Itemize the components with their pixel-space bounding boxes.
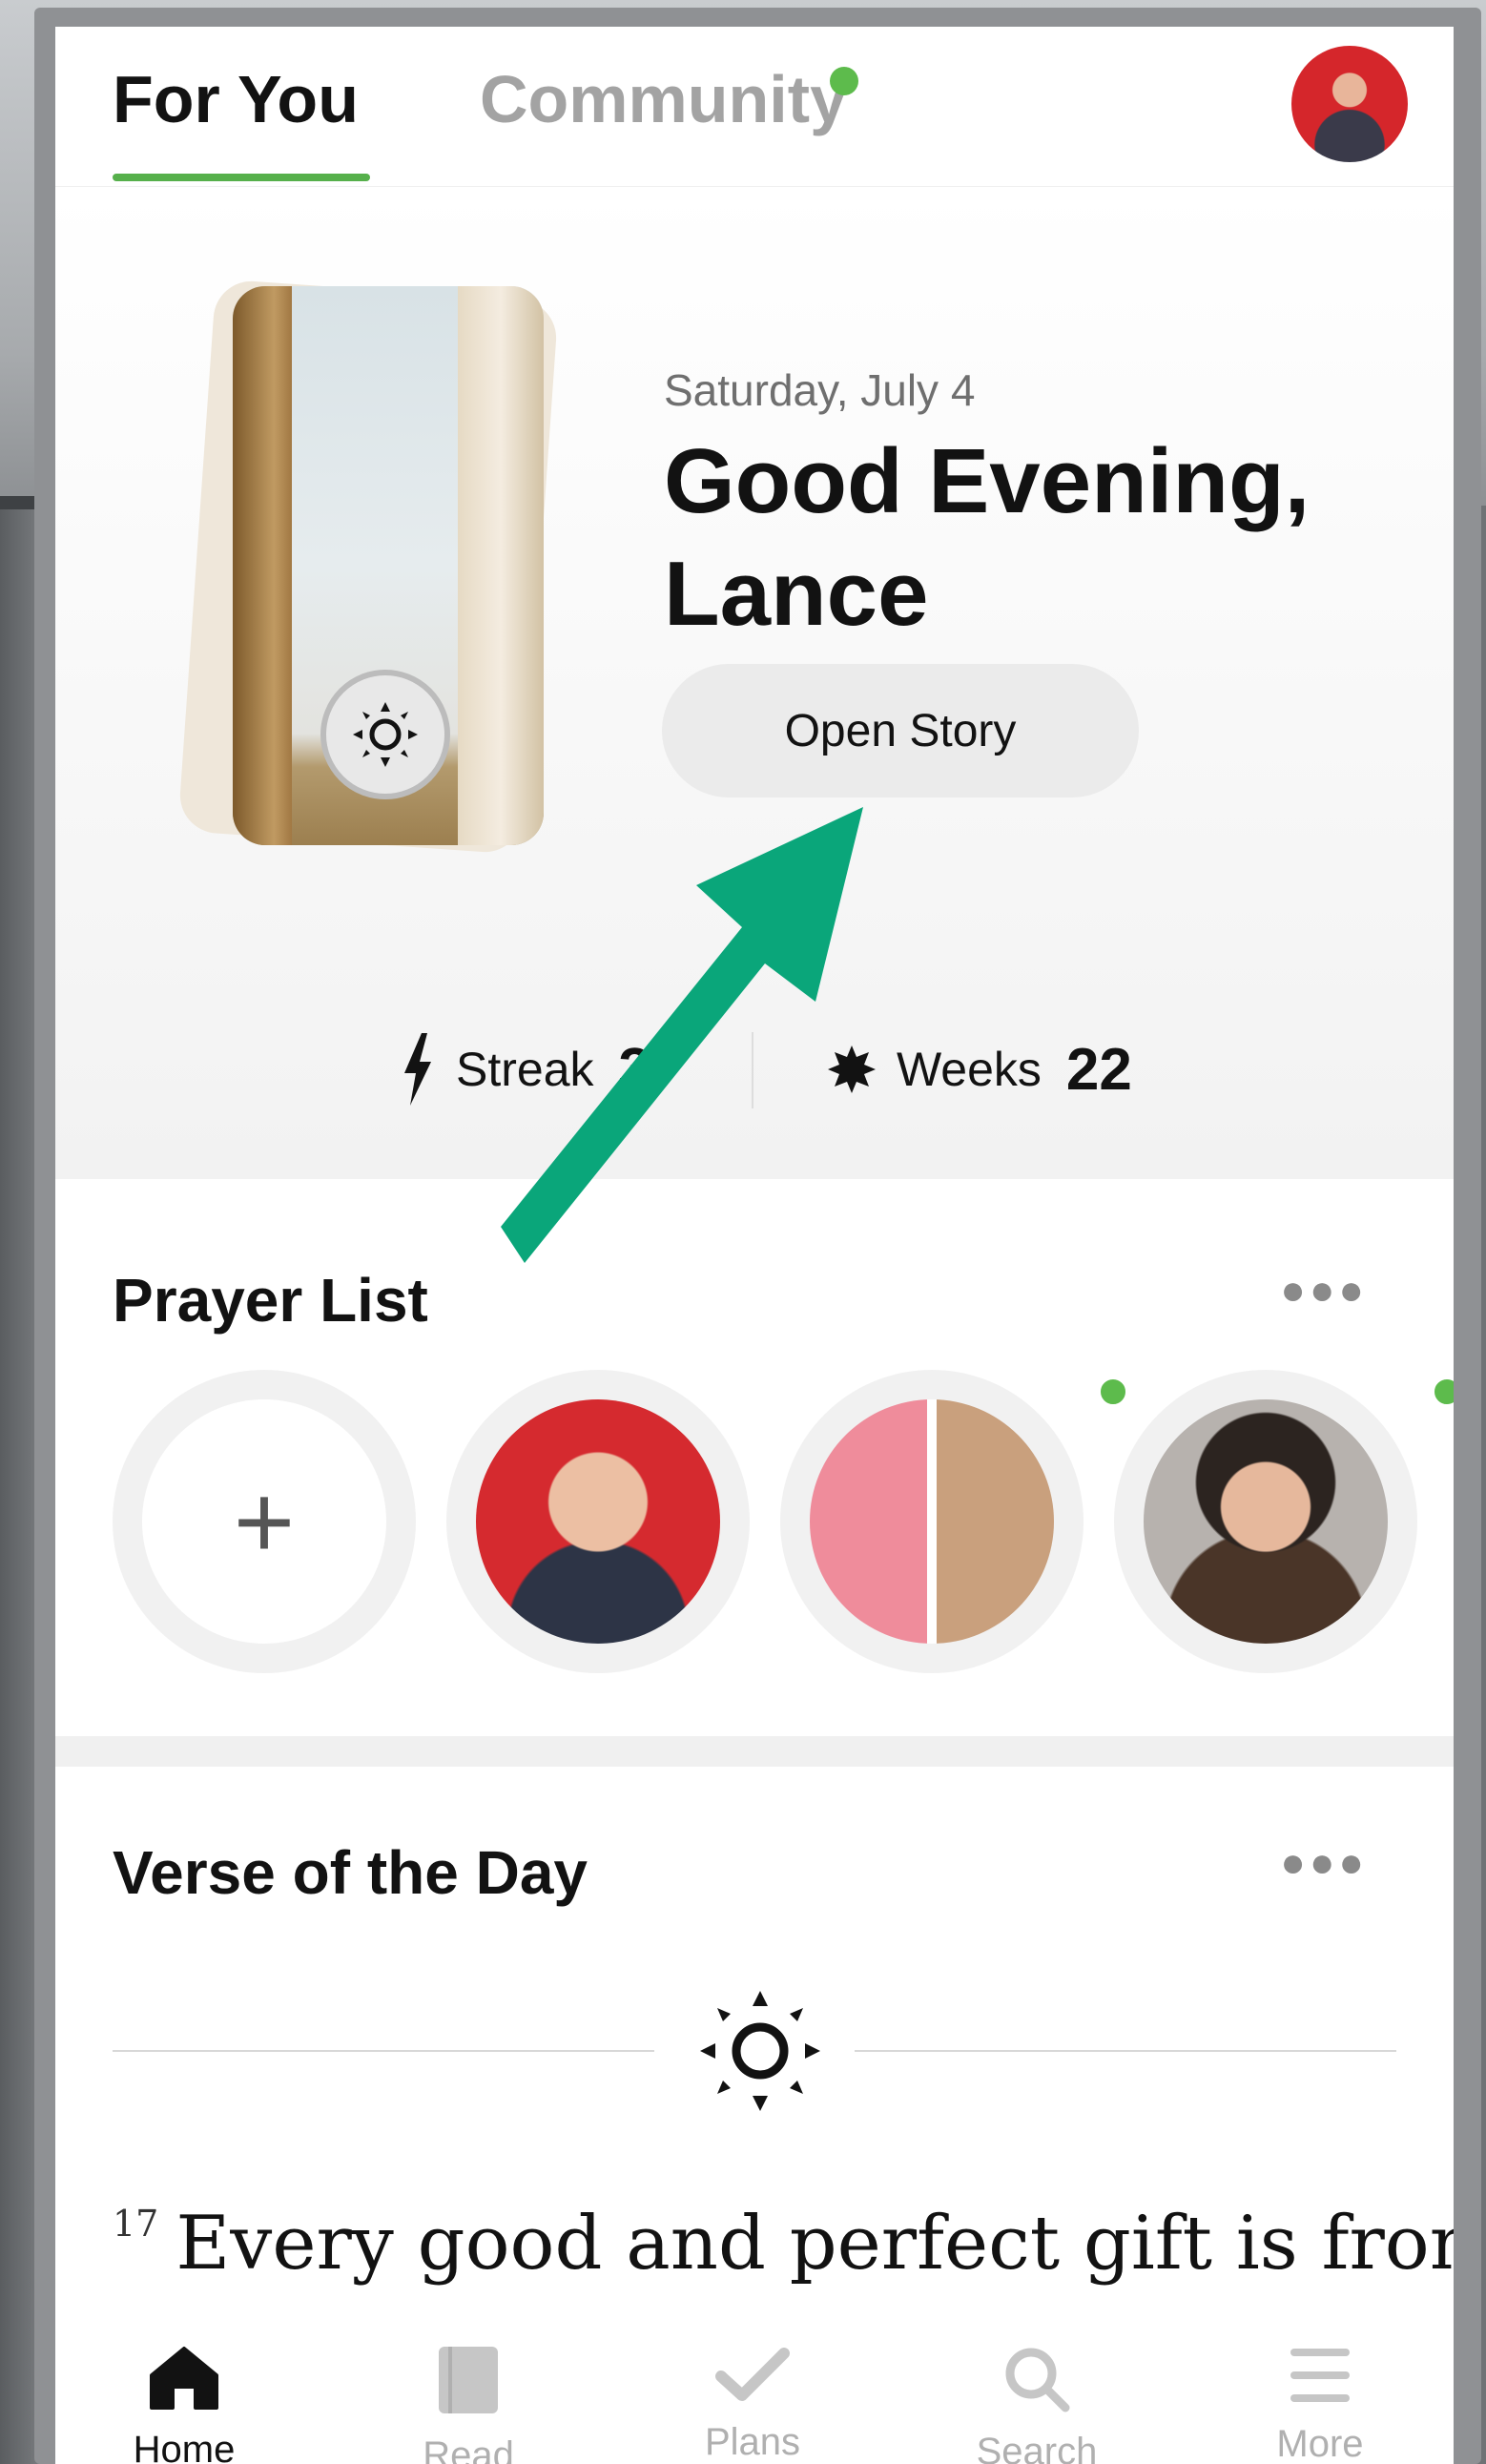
sun-icon	[353, 702, 418, 767]
weeks-value: 22	[1065, 1036, 1132, 1103]
prayer-avatar	[1144, 1399, 1388, 1644]
sun-icon	[700, 1991, 820, 2111]
nav-search[interactable]: Search	[941, 2289, 1132, 2464]
prayer-avatar	[810, 1399, 1054, 1644]
nav-more[interactable]: More	[1225, 2289, 1415, 2464]
nav-home[interactable]: Home	[89, 2289, 279, 2464]
verse-text[interactable]: 17 Every good and perfect gift is from	[113, 2201, 1454, 2287]
prayer-item[interactable]	[780, 1370, 1084, 1673]
prayer-item[interactable]	[1114, 1370, 1417, 1673]
greeting-date: Saturday, July 4	[664, 365, 976, 415]
top-tab-bar: For You Community	[55, 27, 1454, 187]
book-icon	[439, 2347, 498, 2413]
badge-icon	[828, 1046, 876, 1093]
nav-read[interactable]: Read	[373, 2289, 564, 2464]
divider-left	[113, 2050, 654, 2052]
search-icon	[1005, 2348, 1070, 2412]
nav-plans[interactable]: Plans	[657, 2289, 848, 2464]
greeting-title: Good Evening, Lance	[664, 430, 1311, 645]
verse-of-day-title: Verse of the Day	[113, 1838, 588, 1907]
profile-avatar[interactable]	[1291, 46, 1408, 162]
tab-for-you[interactable]: For You	[113, 61, 359, 137]
nav-more-label: More	[1276, 2423, 1364, 2464]
prayer-list-title: Prayer List	[113, 1266, 428, 1335]
home-icon	[150, 2347, 218, 2410]
lightning-icon	[404, 1033, 431, 1106]
streak-label: Streak	[456, 1043, 594, 1096]
verse-number: 17	[113, 2203, 159, 2245]
curtain-left	[233, 286, 292, 845]
prayer-list-section: Prayer List ●●● +	[55, 1179, 1454, 1742]
verse-of-the-day-section: Verse of the Day ●●● 17 Every good and pe…	[55, 1767, 1454, 2301]
new-prayer-dot	[1431, 1376, 1454, 1408]
story-sun-icon[interactable]	[320, 670, 450, 799]
verse-more-icon[interactable]: ●●●	[1280, 1839, 1368, 1887]
app-screen: For You Community Saturday, July 4 Good …	[55, 27, 1454, 2464]
nav-plans-label: Plans	[704, 2421, 801, 2463]
stats-row: Streak 3 Weeks 22	[55, 1026, 1454, 1112]
nav-home-label: Home	[133, 2429, 236, 2464]
nav-search-label: Search	[976, 2431, 1098, 2464]
bottom-nav-bar: Home Read Plans Search More	[55, 2289, 1454, 2464]
section-separator	[55, 1736, 1454, 1767]
add-prayer-inner: +	[142, 1399, 386, 1644]
community-notification-dot	[830, 67, 858, 95]
open-story-button[interactable]: Open Story	[662, 664, 1139, 797]
curtain-right	[458, 286, 544, 845]
stats-divider	[752, 1032, 753, 1108]
prayer-list-row: +	[113, 1370, 1454, 1675]
new-prayer-dot	[1097, 1376, 1129, 1408]
prayer-avatar	[476, 1399, 720, 1644]
tab-community[interactable]: Community	[480, 61, 847, 137]
streak-stat[interactable]: Streak 3	[401, 1026, 651, 1112]
story-card[interactable]	[233, 286, 544, 845]
greeting-section: Saturday, July 4 Good Evening, Lance Ope…	[55, 187, 1454, 1179]
divider-right	[855, 2050, 1396, 2052]
verse-body: Every good and perfect gift is from	[175, 2201, 1454, 2287]
add-prayer-button[interactable]: +	[113, 1370, 416, 1673]
active-tab-indicator	[113, 174, 370, 181]
plus-icon: +	[233, 1462, 296, 1581]
checkmark-icon	[715, 2348, 790, 2401]
streak-value: 3	[618, 1036, 651, 1103]
prayer-item[interactable]	[446, 1370, 750, 1673]
weeks-stat[interactable]: Weeks 22	[828, 1026, 1132, 1112]
menu-icon	[1290, 2349, 1350, 2402]
prayer-list-more-icon[interactable]: ●●●	[1280, 1267, 1368, 1315]
weeks-label: Weeks	[897, 1043, 1042, 1096]
nav-read-label: Read	[423, 2434, 514, 2464]
